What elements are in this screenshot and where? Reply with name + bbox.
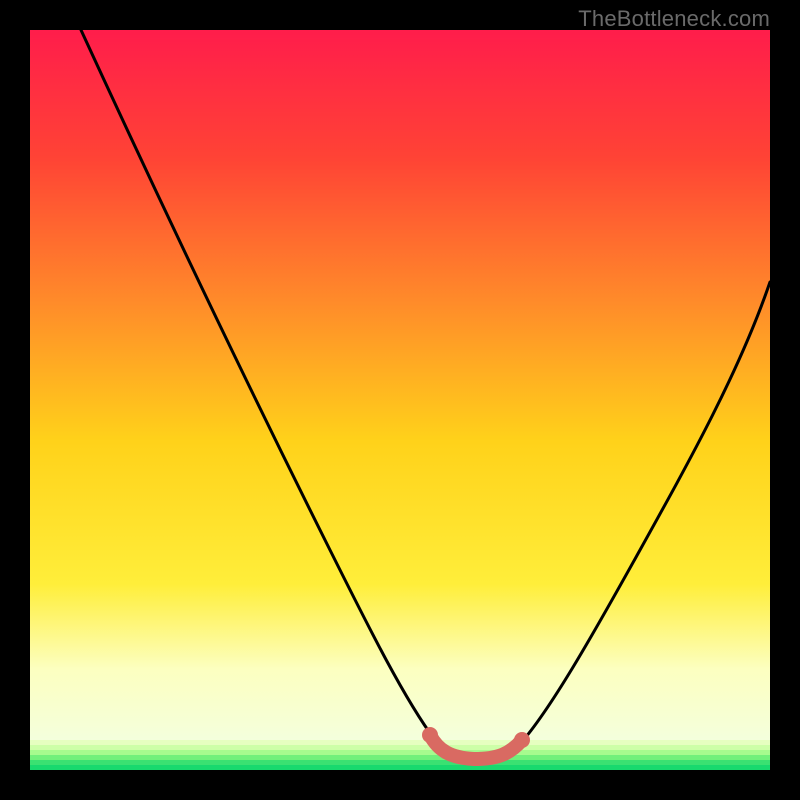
highlight-start-dot [422, 727, 438, 743]
stripe-1 [30, 740, 770, 745]
stripe-6 [30, 765, 770, 770]
stripe-5 [30, 760, 770, 765]
stripe-3 [30, 750, 770, 755]
chart-svg [30, 30, 770, 770]
watermark-text: TheBottleneck.com [578, 6, 770, 32]
stripe-4 [30, 755, 770, 760]
gradient-background [30, 30, 770, 740]
stripe-2 [30, 745, 770, 750]
chart-frame: TheBottleneck.com [0, 0, 800, 800]
plot-area [30, 30, 770, 770]
highlight-end-dot [514, 732, 530, 748]
